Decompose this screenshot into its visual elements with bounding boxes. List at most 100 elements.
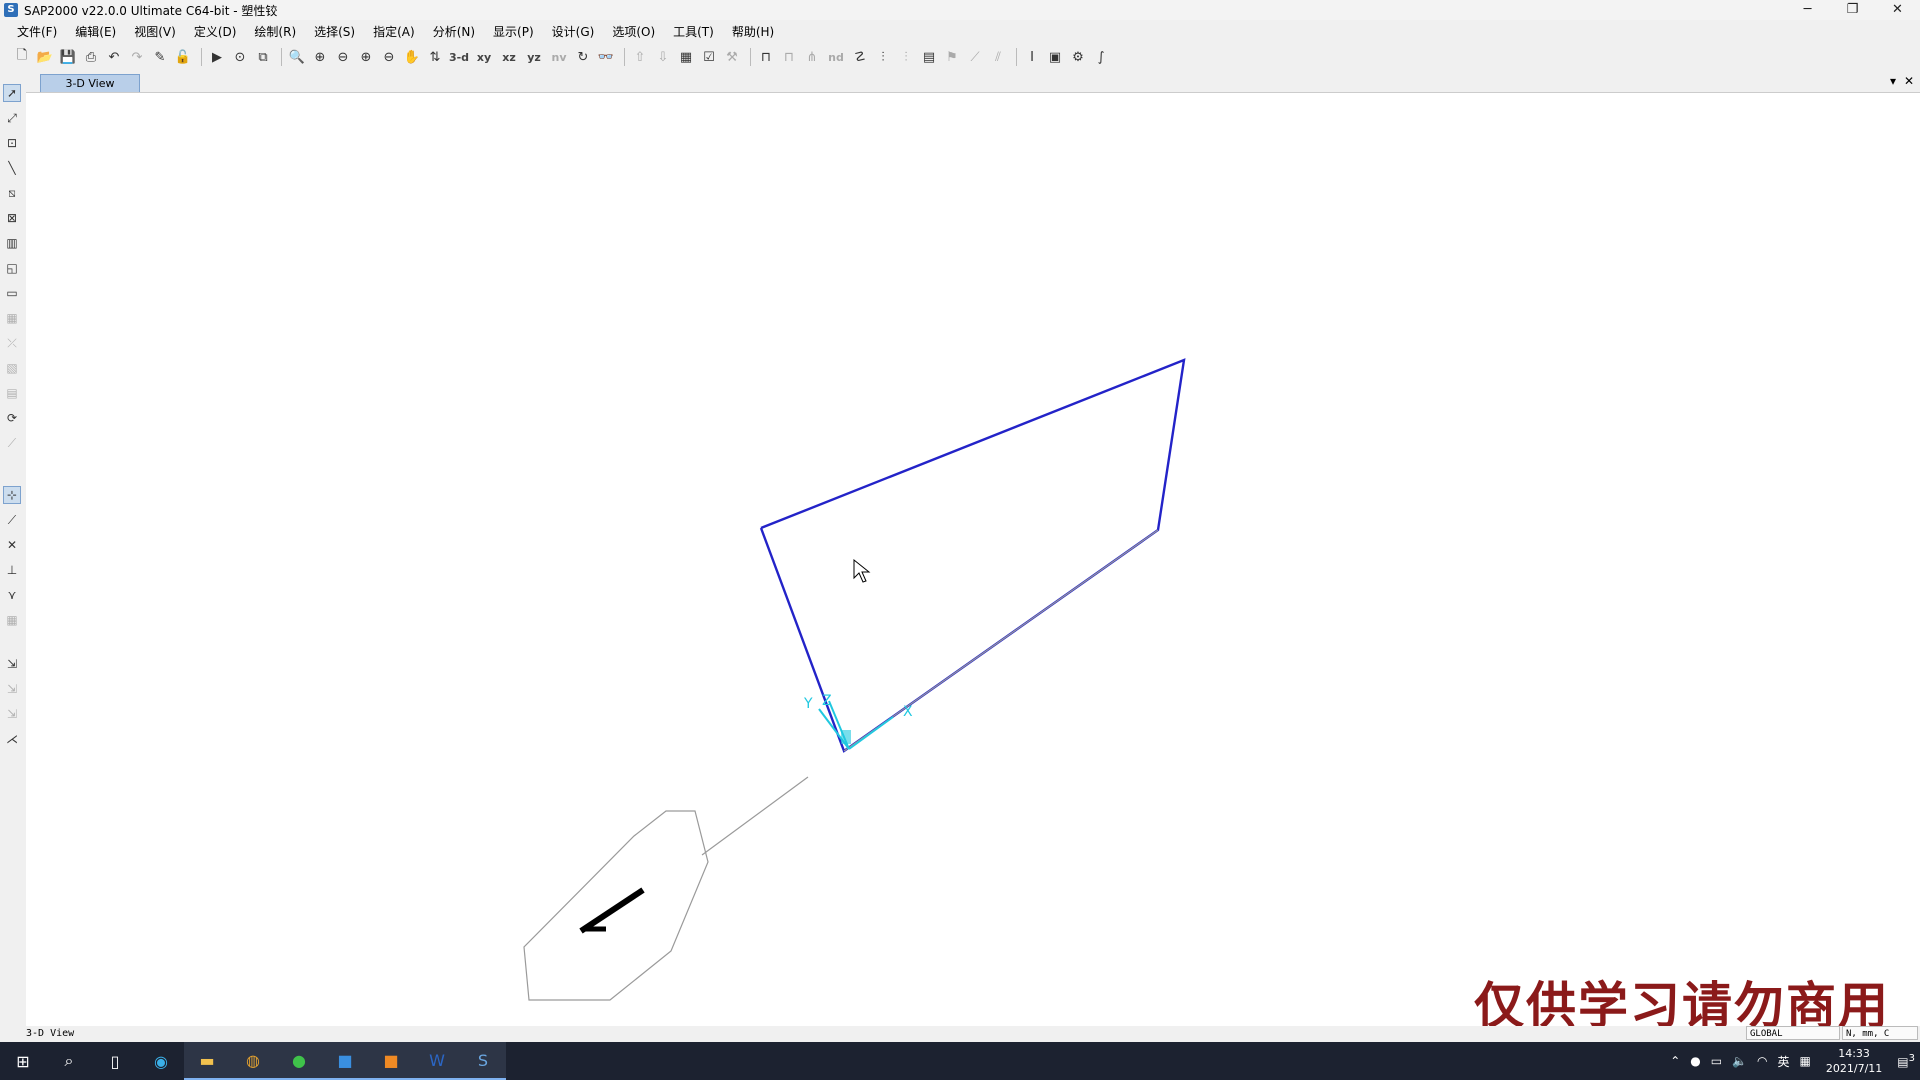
stress-diagram-icon[interactable]: ⫶ [896, 47, 916, 67]
move-up-icon[interactable]: ⇧ [630, 47, 650, 67]
materials-icon[interactable]: ⚙ [1068, 47, 1088, 67]
file-explorer-icon[interactable]: ▬ [184, 1042, 230, 1080]
hinge-icon[interactable]: ∫ [1091, 47, 1111, 67]
draw-rect-area-icon[interactable]: ▭ [3, 284, 21, 302]
menu-display[interactable]: 显示(P) [484, 22, 543, 42]
app-orange-icon[interactable]: ■ [368, 1042, 414, 1080]
quick-draw-braces-icon[interactable]: ⊠ [3, 209, 21, 227]
menu-select[interactable]: 选择(S) [305, 22, 364, 42]
pointer-icon[interactable]: ➚ [3, 84, 21, 102]
draw-tendon-icon[interactable]: ▤ [3, 384, 21, 402]
menu-edit[interactable]: 编辑(E) [66, 22, 125, 42]
edge-icon[interactable]: ◉ [138, 1042, 184, 1080]
ime-grid-icon[interactable]: ▦ [1800, 1054, 1811, 1068]
quick-draw-secondary-icon[interactable]: ▥ [3, 234, 21, 252]
battery-icon[interactable]: ▭ [1711, 1054, 1722, 1068]
units-select[interactable]: N, mm, C [1842, 1026, 1918, 1040]
3d-viewport[interactable]: X YZ 仅供学习请勿商用 [26, 92, 1920, 1026]
quick-draw-area-icon[interactable]: ▦ [3, 309, 21, 327]
perspective-icon[interactable]: 👓 [596, 47, 616, 67]
intersecting-line-select-icon[interactable]: ⋌ [3, 730, 21, 748]
run-now-icon[interactable]: ⊙ [230, 47, 250, 67]
tab-close-button[interactable]: ✕ [1904, 74, 1914, 88]
menu-draw[interactable]: 绘制(R) [245, 22, 305, 42]
select-all-icon[interactable]: ⇲ [3, 655, 21, 673]
tab-list-dropdown[interactable]: ▾ [1890, 74, 1896, 88]
reshape-icon[interactable]: ⤢ [3, 109, 21, 127]
snap-grid-icon[interactable]: ▦ [3, 611, 21, 629]
rubber-band-zoom-icon[interactable]: ⧉ [253, 47, 273, 67]
draw-poly-area-icon[interactable]: ◱ [3, 259, 21, 277]
save-icon[interactable]: 💾 [58, 47, 78, 67]
run-analysis-icon[interactable]: ▶ [207, 47, 227, 67]
model-drawing[interactable]: X Y Z [26, 93, 1920, 1026]
volume-icon[interactable]: 🔈 [1732, 1054, 1747, 1068]
menu-analyze[interactable]: 分析(N) [424, 22, 484, 42]
redo-icon[interactable]: ↷ [127, 47, 147, 67]
clear-selection-icon[interactable]: ⇲ [3, 705, 21, 723]
wechat-tray-icon[interactable]: ● [1690, 1054, 1700, 1068]
clock[interactable]: 14:33 2021/7/11 [1826, 1046, 1882, 1076]
zoom-in-icon[interactable]: ⊕ [356, 47, 376, 67]
undo-icon[interactable]: ↶ [104, 47, 124, 67]
display-options-icon[interactable]: ▣ [1045, 47, 1065, 67]
draw-portal-icon[interactable]: ⊓ [779, 47, 799, 67]
lock-icon[interactable]: 🔓 [173, 47, 193, 67]
app-icon[interactable]: ■ [322, 1042, 368, 1080]
tray-expand-icon[interactable]: ⌃ [1670, 1054, 1680, 1068]
snap-joints-icon[interactable]: ⊹ [3, 486, 21, 504]
wechat-icon[interactable]: ● [276, 1042, 322, 1080]
print-icon[interactable]: ⎙ [81, 47, 101, 67]
menu-tools[interactable]: 工具(T) [664, 22, 723, 42]
plot-functions-icon[interactable]: ⟋ [965, 47, 985, 67]
menu-view[interactable]: 视图(V) [125, 22, 185, 42]
view-nv-button[interactable]: nv [548, 47, 570, 67]
draw-cable-icon[interactable]: ⟳ [3, 409, 21, 427]
view-3d-button[interactable]: 3-d [448, 47, 470, 67]
show-tables-icon[interactable]: ▤ [919, 47, 939, 67]
menu-options[interactable]: 选项(O) [603, 22, 664, 42]
menu-assign[interactable]: 指定(A) [364, 22, 424, 42]
quick-draw-frame-icon[interactable]: ⧅ [3, 184, 21, 202]
refresh-icon[interactable]: ✎ [150, 47, 170, 67]
notification-icon[interactable]: ▤3 [1897, 1053, 1915, 1069]
close-button[interactable]: ✕ [1875, 0, 1920, 20]
search-icon[interactable]: ⌕ [46, 1042, 92, 1080]
snap-lines-icon[interactable]: ⋎ [3, 586, 21, 604]
menu-design[interactable]: 设计(G) [543, 22, 604, 42]
virtual-work-icon[interactable]: ⫽ [988, 47, 1008, 67]
network-icon[interactable]: ◠ [1757, 1054, 1767, 1068]
force-diagram-icon[interactable]: ⫶ [873, 47, 893, 67]
nd-button[interactable]: nd [825, 47, 847, 67]
section-designer-icon[interactable]: I [1022, 47, 1042, 67]
zoom-full-icon[interactable]: ⊕ [310, 47, 330, 67]
restore-button[interactable]: ❐ [1830, 0, 1875, 20]
task-view-icon[interactable]: ▯ [92, 1042, 138, 1080]
minimize-button[interactable]: ─ [1785, 0, 1830, 20]
new-model-icon[interactable]: 🗋 [12, 47, 32, 67]
zoom-out-icon[interactable]: ⊖ [379, 47, 399, 67]
snap-intersections-icon[interactable]: ✕ [3, 536, 21, 554]
snap-midpoints-icon[interactable]: ⟋ [3, 511, 21, 529]
menu-file[interactable]: 文件(F) [8, 22, 66, 42]
draw-joint-icon[interactable]: ⊡ [3, 134, 21, 152]
draw-frame-icon[interactable]: ⊓ [756, 47, 776, 67]
pan-icon[interactable]: ✋ [402, 47, 422, 67]
design-icon[interactable]: ⚑ [942, 47, 962, 67]
view-xz-button[interactable]: xz [498, 47, 520, 67]
coord-system-select[interactable]: GLOBAL [1746, 1026, 1840, 1040]
shrink-icon[interactable]: ⇅ [425, 47, 445, 67]
draw-solid-icon[interactable]: ▧ [3, 359, 21, 377]
input-language[interactable]: 英 [1778, 1053, 1790, 1070]
menu-define[interactable]: 定义(D) [185, 22, 246, 42]
word-icon[interactable]: W [414, 1042, 460, 1080]
draw-truss-icon[interactable]: ⋔ [802, 47, 822, 67]
object-shrink-icon[interactable]: ▦ [676, 47, 696, 67]
zoom-window-icon[interactable]: 🔍 [287, 47, 307, 67]
draw-frame-tool-icon[interactable]: ╲ [3, 159, 21, 177]
previous-selection-icon[interactable]: ⇲ [3, 680, 21, 698]
rotate-icon[interactable]: ↻ [573, 47, 593, 67]
snap-perpendicular-icon[interactable]: ⊥ [3, 561, 21, 579]
view-xy-button[interactable]: xy [473, 47, 495, 67]
start-icon[interactable]: ⊞ [0, 1042, 46, 1080]
